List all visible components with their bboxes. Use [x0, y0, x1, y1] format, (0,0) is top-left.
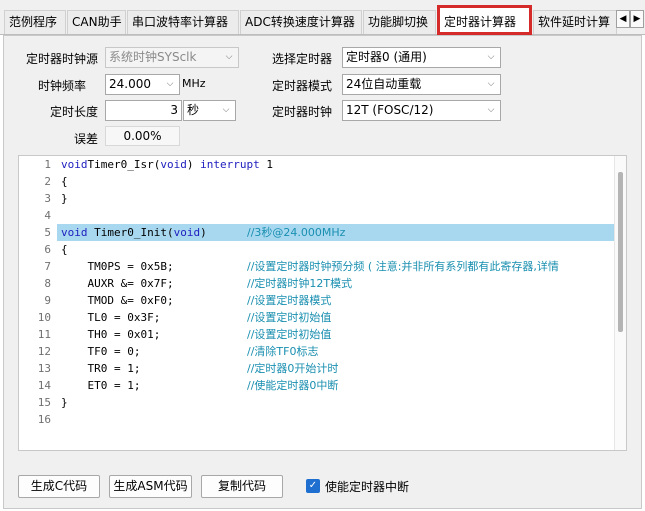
tab-scroll-right-icon[interactable]: ▶ [630, 10, 644, 28]
code-line: TL0 = 0x3F; [61, 311, 161, 324]
timer-length-unit-select[interactable]: 秒 ⌵ [183, 100, 236, 121]
copy-code-button[interactable]: 复制代码 [201, 475, 283, 498]
checkmark-icon: ✓ [308, 480, 318, 491]
timer-mode-select[interactable]: 24位自动重载 ⌵ [342, 74, 501, 95]
tab-adc-speed-calculator[interactable]: ADC转换速度计算器 [240, 10, 362, 34]
line-number: 16 [37, 413, 51, 426]
code-line: } [61, 192, 68, 205]
timer-mode-value: 24位自动重载 [346, 77, 422, 91]
code-line: { [61, 175, 68, 188]
tab-pin-switch[interactable]: 功能脚切换 [363, 10, 436, 34]
code-line: ET0 = 1; [61, 379, 141, 392]
chevron-down-icon: ⌵ [487, 52, 495, 62]
select-timer-label: 选择定时器 [272, 52, 333, 66]
tab-uart-baud-calculator[interactable]: 串口波特率计算器 [127, 10, 239, 34]
code-line: TF0 = 0; [61, 345, 141, 358]
scrollbar-thumb[interactable] [618, 172, 623, 332]
code-line: AUXR &= 0x7F; [61, 277, 174, 290]
tab-strip: 范例程序 CAN助手 串口波特率计算器 ADC转换速度计算器 功能脚切换 定时器… [0, 0, 645, 35]
line-number: 7 [44, 260, 51, 273]
timer-length-label: 定时长度 [50, 105, 99, 119]
code-comment: //3秒@24.000MHz [247, 226, 346, 239]
select-timer-value: 定时器0 (通用) [346, 50, 427, 64]
code-comment: //清除TF0标志 [247, 345, 319, 358]
line-number-gutter: 1 2 3 4 5 6 7 8 9 10 11 12 13 14 15 16 [19, 156, 57, 450]
clock-freq-label: 时钟频率 [38, 79, 87, 93]
clock-freq-select[interactable]: 24.000 ⌵ [105, 74, 180, 95]
line-number: 2 [44, 175, 51, 188]
select-timer-select[interactable]: 定时器0 (通用) ⌵ [342, 47, 501, 68]
line-number: 3 [44, 192, 51, 205]
code-comment: //设置定时器时钟预分频 ( 注意:并非所有系列都有此寄存器,详情 [247, 260, 559, 273]
timer-clock-select[interactable]: 12T (FOSC/12) ⌵ [342, 100, 501, 121]
generate-c-code-button[interactable]: 生成C代码 [18, 475, 100, 498]
line-number: 11 [37, 328, 51, 341]
code-area[interactable]: voidTimer0_Isr(void) interrupt 1 {} void T… [57, 156, 614, 450]
code-comment: //设置定时初始值 [247, 328, 332, 341]
line-number: 1 [44, 158, 51, 171]
tab-can-helper[interactable]: CAN助手 [67, 10, 126, 34]
chevron-down-icon: ⌵ [166, 79, 174, 89]
chevron-down-icon: ⌵ [487, 79, 495, 89]
line-number: 5 [44, 226, 51, 239]
clock-source-label: 定时器时钟源 [26, 52, 99, 66]
clock-source-value: 系统时钟SYSclk [109, 50, 197, 64]
code-comment: //使能定时器0中断 [247, 379, 339, 392]
timer-clock-label: 定时器时钟 [272, 105, 333, 119]
line-number: 13 [37, 362, 51, 375]
line-number: 14 [37, 379, 51, 392]
code-editor[interactable]: 1 2 3 4 5 6 7 8 9 10 11 12 13 14 15 16 voidTimer0_Isr(v… [18, 155, 627, 451]
line-number: 6 [44, 243, 51, 256]
code-line: TMOD &= 0xF0; [61, 294, 174, 307]
vertical-scrollbar[interactable] [614, 156, 626, 450]
line-number: 8 [44, 277, 51, 290]
clock-freq-value: 24.000 [109, 77, 151, 91]
code-line: voidTimer0_Isr(void) interrupt 1 [61, 158, 273, 171]
tab-software-delay[interactable]: 软件延时计算 [533, 10, 617, 34]
code-line: } [61, 396, 68, 409]
tab-scroll-left-icon[interactable]: ◀ [616, 10, 630, 28]
code-comment: //设置定时器模式 [247, 294, 332, 307]
code-comment: //设置定时初始值 [247, 311, 332, 324]
generate-asm-code-button[interactable]: 生成ASM代码 [109, 475, 192, 498]
line-number: 4 [44, 209, 51, 222]
line-number: 15 [37, 396, 51, 409]
line-number: 9 [44, 294, 51, 307]
timer-clock-value: 12T (FOSC/12) [346, 103, 434, 117]
code-comment: //定时器0开始计时 [247, 362, 339, 375]
timer-length-input[interactable]: 3 [105, 100, 182, 121]
enable-interrupt-checkbox[interactable]: ✓ [306, 479, 320, 493]
clock-source-select: 系统时钟SYSclk ⌵ [105, 47, 239, 68]
timer-length-unit-value: 秒 [187, 103, 200, 117]
code-line: TH0 = 0x01; [61, 328, 161, 341]
code-line: void Timer0_Init(void) [61, 226, 207, 239]
tab-examples[interactable]: 范例程序 [4, 10, 66, 34]
error-label: 误差 [74, 132, 99, 146]
line-number: 10 [37, 311, 51, 324]
chevron-down-icon: ⌵ [222, 105, 230, 115]
code-line: TR0 = 1; [61, 362, 141, 375]
code-line: TM0PS = 0x5B; [61, 260, 174, 273]
clock-freq-unit: MHz [182, 77, 206, 90]
error-value: 0.00% [105, 126, 180, 146]
timer-mode-label: 定时器模式 [272, 79, 333, 93]
code-line: { [61, 243, 68, 256]
enable-interrupt-label[interactable]: 使能定时器中断 [325, 478, 409, 495]
line-number: 12 [37, 345, 51, 358]
tab-timer-calculator[interactable]: 定时器计算器 [437, 5, 532, 35]
chevron-down-icon: ⌵ [487, 105, 495, 115]
code-comment: //定时器时钟12T模式 [247, 277, 353, 290]
chevron-down-icon: ⌵ [225, 52, 233, 62]
